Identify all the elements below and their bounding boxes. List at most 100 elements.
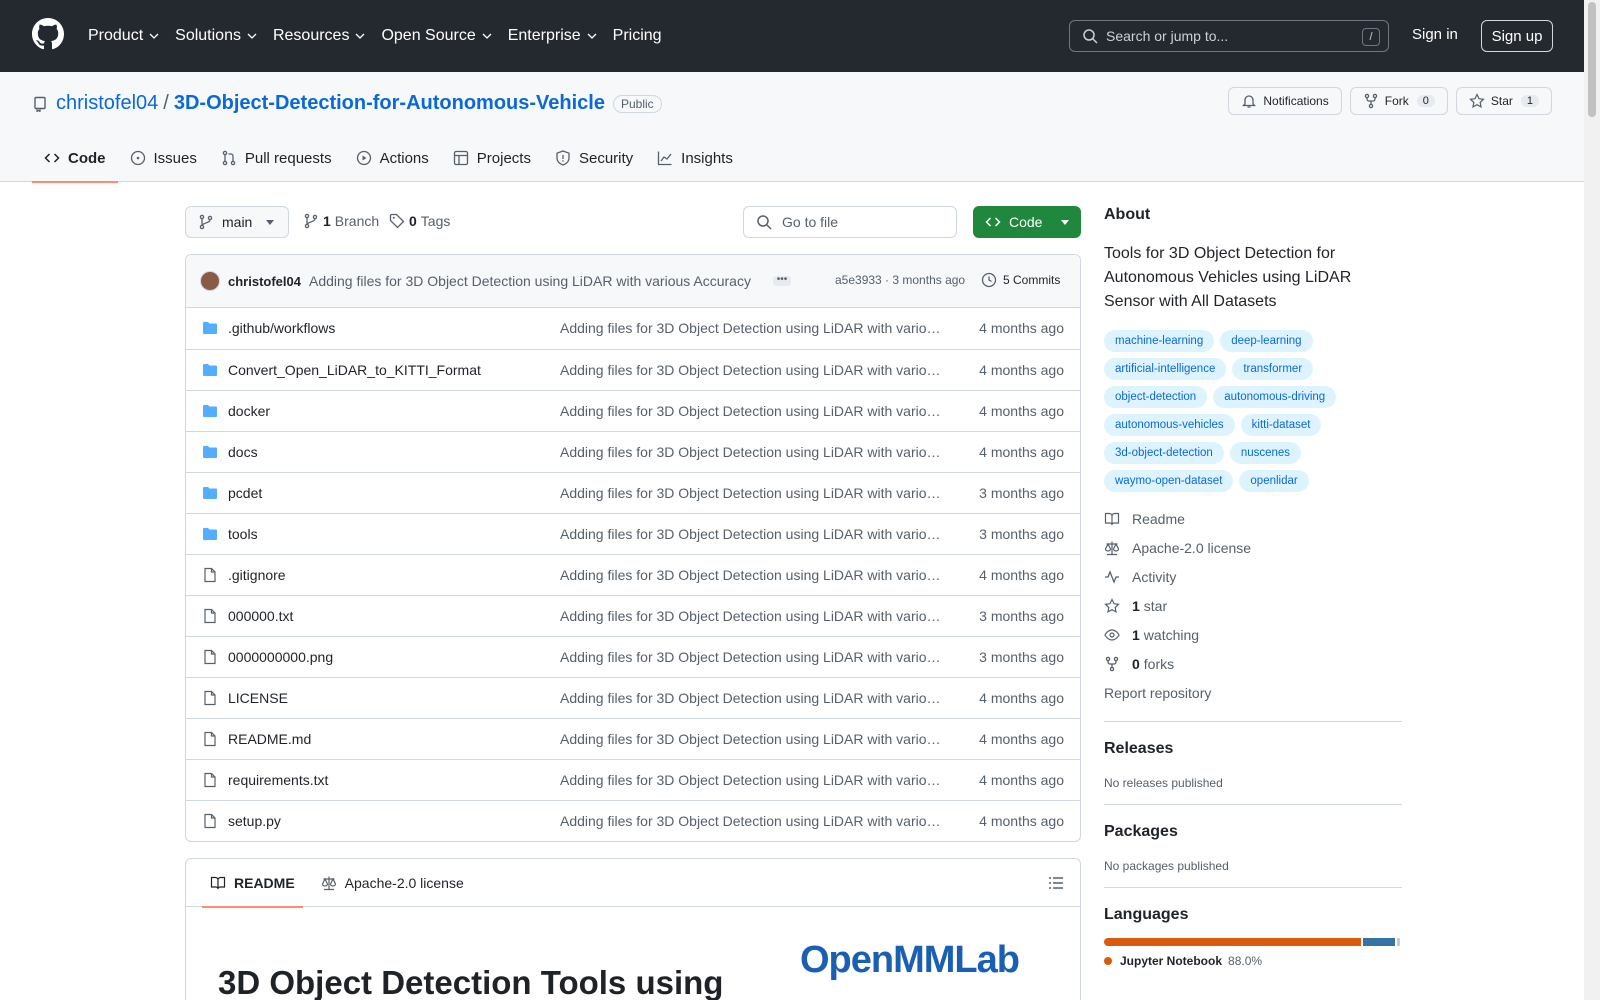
nav-open-source[interactable]: Open Source <box>381 27 492 45</box>
file-row[interactable]: 0000000000.png Adding files for 3D Object… <box>186 636 1080 677</box>
commit-message[interactable]: Adding files for 3D Object Detection usi… <box>309 273 757 289</box>
tab-readme[interactable]: README <box>202 859 303 908</box>
file-commit-message[interactable]: Adding files for 3D Object Detection usi… <box>560 362 944 378</box>
file-name-link[interactable]: .gitignore <box>228 567 286 583</box>
nav-product[interactable]: Product <box>88 27 159 45</box>
file-name-link[interactable]: LICENSE <box>228 690 288 706</box>
tab-license[interactable]: Apache-2.0 license <box>313 859 472 907</box>
file-row[interactable]: 000000.txt Adding files for 3D Object Det… <box>186 595 1080 636</box>
repo-name-link[interactable]: 3D-Object-Detection-for-Autonomous-Vehic… <box>174 92 605 115</box>
file-commit-message[interactable]: Adding files for 3D Object Detection usi… <box>560 485 944 501</box>
commits-link[interactable]: 5 Commits <box>981 272 1060 288</box>
activity-link[interactable]: Activity <box>1104 562 1402 591</box>
file-commit-message[interactable]: Adding files for 3D Object Detection usi… <box>560 567 944 583</box>
code-dropdown-button[interactable]: Code <box>973 206 1081 238</box>
file-commit-message[interactable]: Adding files for 3D Object Detection usi… <box>560 526 944 542</box>
list-icon[interactable] <box>1048 875 1064 891</box>
topic-tag[interactable]: autonomous-driving <box>1213 386 1337 408</box>
file-name-link[interactable]: pcdet <box>228 485 262 501</box>
file-commit-message[interactable]: Adding files for 3D Object Detection usi… <box>560 731 944 747</box>
topic-tag[interactable]: object-detection <box>1104 386 1208 408</box>
file-name-link[interactable]: 0000000000.png <box>228 649 333 665</box>
nav-resources[interactable]: Resources <box>273 27 365 45</box>
go-to-file-input[interactable]: Go to file <box>743 206 957 238</box>
topic-tag[interactable]: deep-learning <box>1220 330 1313 352</box>
topic-tag[interactable]: nuscenes <box>1229 442 1302 464</box>
topic-tag[interactable]: waymo-open-dataset <box>1104 470 1234 492</box>
avatar[interactable] <box>200 271 220 291</box>
file-row[interactable]: LICENSE Adding files for 3D Object Detect… <box>186 677 1080 718</box>
file-name-link[interactable]: Convert_Open_LiDAR_to_KITTI_Format <box>228 362 481 378</box>
forks-link[interactable]: 0 forks <box>1104 649 1402 678</box>
file-name-link[interactable]: .github/workflows <box>228 320 335 336</box>
file-commit-message[interactable]: Adding files for 3D Object Detection usi… <box>560 690 944 706</box>
topic-tag[interactable]: artificial-intelligence <box>1104 358 1227 380</box>
search-input[interactable]: Search or jump to... / <box>1069 20 1389 52</box>
file-name-link[interactable]: docker <box>228 403 270 419</box>
file-row[interactable]: tools Adding files for 3D Object Detectio… <box>186 513 1080 554</box>
file-row[interactable]: .gitignore Adding files for 3D Object Det… <box>186 554 1080 595</box>
file-commit-message[interactable]: Adding files for 3D Object Detection usi… <box>560 813 944 829</box>
branch-count: 1 <box>323 213 331 229</box>
releases-title[interactable]: Releases <box>1104 740 1402 758</box>
topic-tag[interactable]: autonomous-vehicles <box>1104 414 1235 436</box>
file-row[interactable]: Convert_Open_LiDAR_to_KITTI_Format Adding… <box>186 349 1080 390</box>
file-row[interactable]: setup.py Adding files for 3D Object Detec… <box>186 800 1080 841</box>
topic-tag[interactable]: openlidar <box>1239 470 1309 492</box>
tab-code[interactable]: Code <box>32 134 118 183</box>
repo-owner-link[interactable]: christofel04 <box>56 92 158 115</box>
tab-pull-requests[interactable]: Pull requests <box>209 134 344 182</box>
topic-tag[interactable]: transformer <box>1232 358 1314 380</box>
tab-insights[interactable]: Insights <box>645 134 745 182</box>
page-scrollbar[interactable] <box>1584 0 1600 1000</box>
file-commit-message[interactable]: Adding files for 3D Object Detection usi… <box>560 320 944 336</box>
file-commit-message[interactable]: Adding files for 3D Object Detection usi… <box>560 649 944 665</box>
topic-tag[interactable]: machine-learning <box>1104 330 1215 352</box>
stars-link[interactable]: 1 star <box>1104 591 1402 620</box>
topic-tag[interactable]: kitti-dataset <box>1240 414 1322 436</box>
file-commit-message[interactable]: Adding files for 3D Object Detection usi… <box>560 403 944 419</box>
language-item[interactable]: Jupyter Notebook 88.0% <box>1104 954 1402 968</box>
star-button[interactable]: Star 1 <box>1455 87 1552 115</box>
watching-link[interactable]: 1 watching <box>1104 620 1402 649</box>
file-row[interactable]: README.md Adding files for 3D Object Dete… <box>186 718 1080 759</box>
nav-solutions[interactable]: Solutions <box>175 27 257 45</box>
tags-link[interactable]: 0 Tags <box>389 213 450 229</box>
packages-title[interactable]: Packages <box>1104 823 1402 841</box>
scrollbar-thumb[interactable] <box>1588 2 1596 117</box>
commit-sha-time[interactable]: a5e3933 · 3 months ago <box>835 273 965 287</box>
topic-tag[interactable]: 3d-object-detection <box>1104 442 1224 464</box>
file-row[interactable]: .github/workflows Adding files for 3D Obj… <box>186 308 1080 349</box>
nav-pricing[interactable]: Pricing <box>613 27 662 45</box>
tab-actions[interactable]: Actions <box>344 134 441 182</box>
file-name-link[interactable]: requirements.txt <box>228 772 328 788</box>
notifications-button[interactable]: Notifications <box>1228 87 1342 115</box>
file-name-link[interactable]: tools <box>228 526 258 542</box>
file-name-link[interactable]: setup.py <box>228 813 281 829</box>
github-logo-icon[interactable] <box>32 18 64 50</box>
file-commit-message[interactable]: Adding files for 3D Object Detection usi… <box>560 608 944 624</box>
tab-security[interactable]: Security <box>543 134 645 182</box>
file-row[interactable]: requirements.txt Adding files for 3D Obje… <box>186 759 1080 800</box>
sign-up-button[interactable]: Sign up <box>1481 20 1553 52</box>
branch-selector[interactable]: main <box>185 206 289 238</box>
file-row[interactable]: pcdet Adding files for 3D Object Detectio… <box>186 472 1080 513</box>
file-name-link[interactable]: 000000.txt <box>228 608 293 624</box>
sign-in-link[interactable]: Sign in <box>1412 26 1458 43</box>
license-link[interactable]: Apache-2.0 license <box>1104 533 1402 562</box>
fork-button[interactable]: Fork 0 <box>1349 87 1448 115</box>
file-row[interactable]: docs Adding files for 3D Object Detection… <box>186 431 1080 472</box>
branches-link[interactable]: 1 Branch <box>303 213 379 229</box>
ellipsis-icon[interactable]: ••• <box>773 275 791 286</box>
tab-projects[interactable]: Projects <box>441 134 543 182</box>
file-commit-message[interactable]: Adding files for 3D Object Detection usi… <box>560 772 944 788</box>
file-commit-message[interactable]: Adding files for 3D Object Detection usi… <box>560 444 944 460</box>
tab-issues[interactable]: Issues <box>118 134 209 182</box>
file-name-link[interactable]: docs <box>228 444 258 460</box>
file-name-link[interactable]: README.md <box>228 731 311 747</box>
commit-author[interactable]: christofel04 <box>228 274 301 289</box>
report-repository-link[interactable]: Report repository <box>1104 678 1402 707</box>
nav-enterprise[interactable]: Enterprise <box>508 27 597 45</box>
file-row[interactable]: docker Adding files for 3D Object Detecti… <box>186 390 1080 431</box>
readme-link[interactable]: Readme <box>1104 504 1402 533</box>
